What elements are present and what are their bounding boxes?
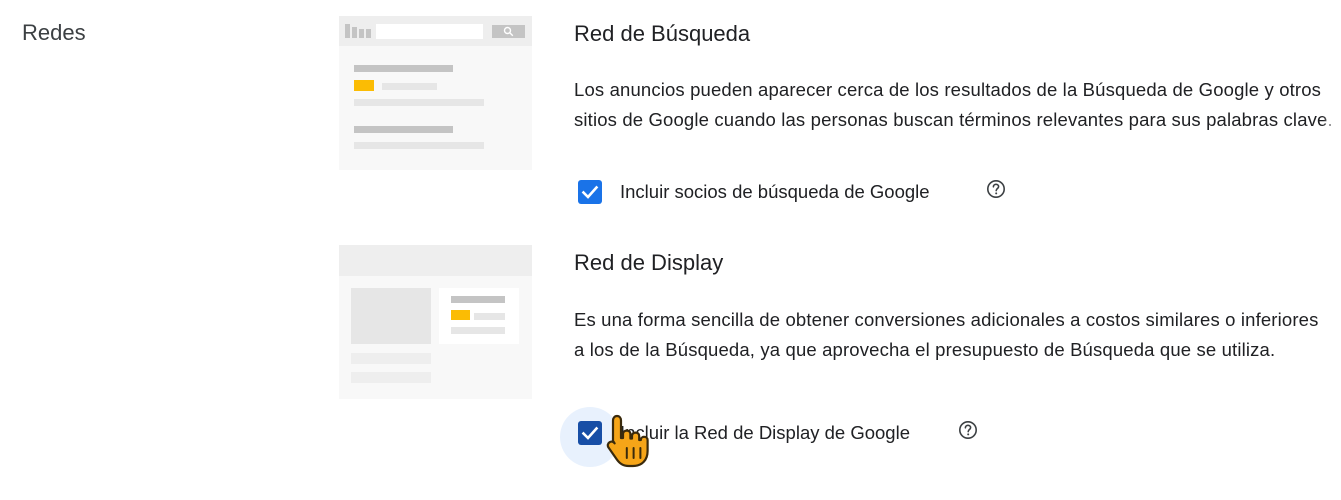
thumb-line (382, 83, 437, 90)
hand-pointer-icon (606, 414, 649, 468)
check-icon (581, 185, 599, 199)
search-network-description: Los anuncios pueden aparecer cerca de lo… (574, 79, 1333, 130)
help-circle-icon[interactable] (986, 179, 1006, 199)
thumb-ad-marker (354, 80, 374, 91)
thumb-ad-marker (451, 310, 470, 320)
thumb-line (354, 126, 453, 133)
check-icon (581, 426, 599, 440)
thumb-line (351, 372, 431, 383)
display-network-checkbox[interactable] (578, 421, 602, 445)
thumb-searchbox (376, 24, 483, 39)
thumb-search-icon (503, 26, 514, 37)
search-partners-checkbox[interactable] (578, 180, 602, 204)
thumb-line (451, 327, 505, 334)
thumb-header (339, 245, 532, 276)
thumb-line (354, 65, 453, 72)
search-network-illustration (339, 16, 532, 170)
search-partners-label[interactable]: Incluir socios de búsqueda de Google (620, 181, 930, 203)
thumb-content-block (351, 288, 431, 344)
thumb-line (351, 353, 431, 364)
search-partners-option[interactable]: Incluir socios de búsqueda de Google (574, 175, 1034, 209)
thumb-line (354, 99, 484, 106)
right-edge-fade (1323, 0, 1341, 500)
thumb-line (451, 296, 505, 303)
thumb-logo-bars (345, 24, 350, 38)
thumb-logo-bars (352, 27, 357, 38)
help-circle-icon[interactable] (958, 420, 978, 440)
section-label: Redes (22, 20, 86, 45)
display-network-illustration (339, 245, 532, 399)
thumb-logo-bars (366, 29, 371, 38)
thumb-line (474, 313, 505, 320)
thumb-line (354, 142, 484, 149)
thumb-logo-bars (359, 29, 364, 38)
display-network-label[interactable]: Incluir la Red de Display de Google (620, 422, 910, 444)
display-network-title: Red de Display (574, 250, 724, 275)
search-network-title: Red de Búsqueda (574, 21, 751, 46)
display-network-description: Es una forma sencilla de obtener convers… (574, 309, 1319, 360)
